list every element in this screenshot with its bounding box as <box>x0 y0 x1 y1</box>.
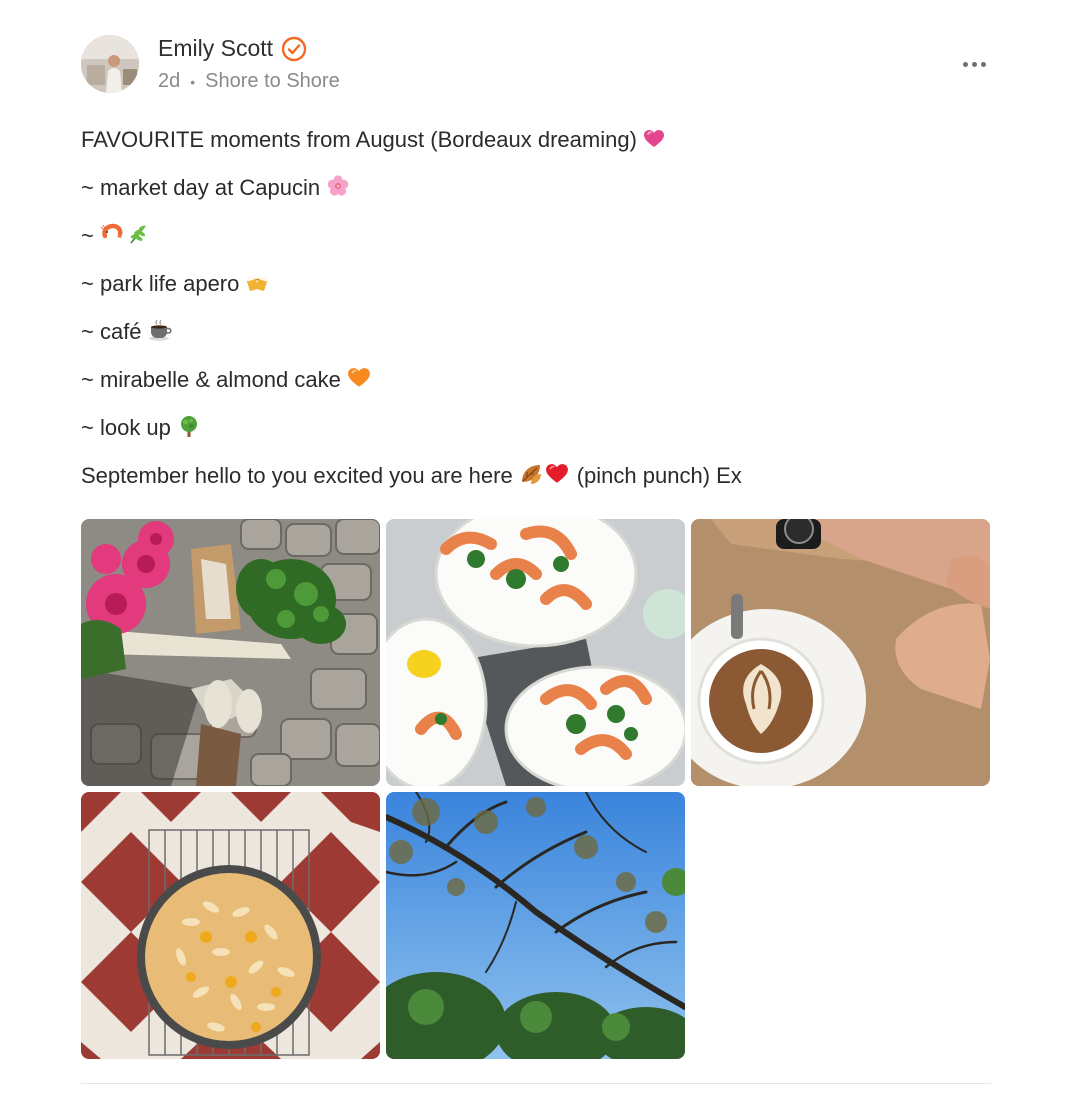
photo-grid <box>81 519 991 1059</box>
post-card: Emily Scott 2d • Shore to Shore FAVOURIT… <box>0 0 1066 1094</box>
post-body: FAVOURITE moments from August (Bordeaux … <box>81 124 991 508</box>
post-line: ~ <box>81 220 991 268</box>
orange-heart-icon <box>347 366 371 399</box>
post-line: ~ mirabelle & almond cake <box>81 364 991 412</box>
post-line-text: September hello to you excited you are h… <box>81 463 513 488</box>
deciduous-tree-icon <box>177 414 201 447</box>
post-line-text: ~ <box>81 223 94 248</box>
post-line: ~ café <box>81 316 991 364</box>
fallen-leaf-icon <box>519 462 543 495</box>
post-line: ~ look up <box>81 412 991 460</box>
post-divider <box>81 1083 991 1084</box>
author-name-text[interactable]: Emily Scott <box>158 35 273 62</box>
latte-cup-photo[interactable] <box>691 519 990 786</box>
post-line: ~ market day at Capucin <box>81 172 991 220</box>
pink-heart-icon <box>643 127 665 159</box>
almond-cake-photo[interactable] <box>81 792 380 1059</box>
meta-separator: • <box>190 73 196 90</box>
post-line-text: ~ look up <box>81 415 171 440</box>
herb-icon <box>126 222 150 255</box>
post-meta: 2d • Shore to Shore <box>158 70 340 93</box>
more-options-button[interactable] <box>956 53 992 75</box>
tree-branches-sky-photo[interactable] <box>386 792 685 1059</box>
author-name[interactable]: Emily Scott <box>158 35 307 62</box>
post-line-text: ~ mirabelle & almond cake <box>81 367 341 392</box>
post-time: 2d <box>158 70 181 92</box>
shrimp-icon <box>100 222 124 255</box>
clinking-beer-icon <box>245 270 269 303</box>
post-line-suffix: (pinch punch) Ex <box>576 463 742 488</box>
post-line-text: ~ market day at Capucin <box>81 175 321 200</box>
post-line: FAVOURITE moments from August (Bordeaux … <box>81 124 991 172</box>
post-line-text: ~ park life apero <box>81 271 240 296</box>
hot-coffee-icon <box>148 318 172 351</box>
author-avatar[interactable] <box>81 35 139 93</box>
flowers-and-herbs-photo[interactable] <box>81 519 380 786</box>
red-heart-icon <box>545 462 569 495</box>
post-line-text: FAVOURITE moments from August (Bordeaux … <box>81 127 637 152</box>
post-line: ~ park life apero <box>81 268 991 316</box>
post-line: September hello to you excited you are h… <box>81 460 991 508</box>
more-horizontal-icon <box>962 61 968 67</box>
cherry-blossom-icon <box>326 174 350 207</box>
verified-badge-icon <box>281 36 307 62</box>
prawns-plates-photo[interactable] <box>386 519 685 786</box>
publication-link[interactable]: Shore to Shore <box>205 70 340 93</box>
post-line-text: ~ café <box>81 319 142 344</box>
